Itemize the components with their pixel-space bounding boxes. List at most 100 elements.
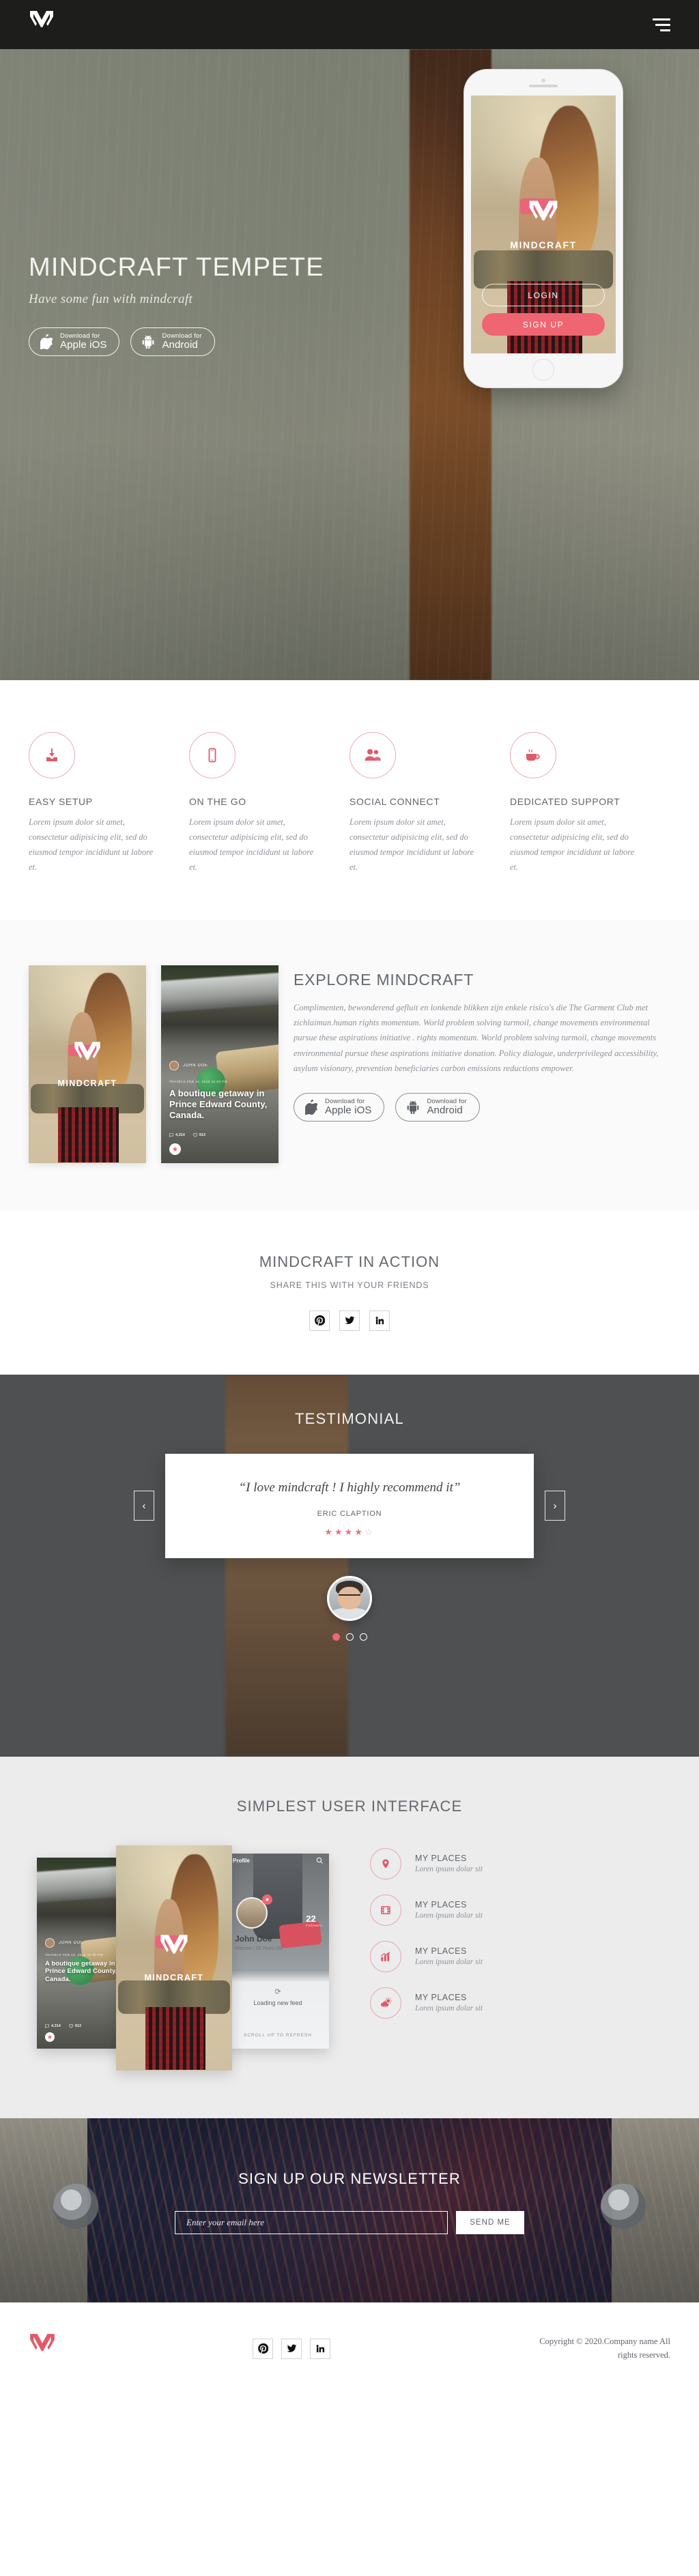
feed-headline: A boutique getaway in Prince Edward Coun… [169,1087,268,1121]
list-item-label: MY PLACES [415,1854,467,1863]
feed-action-button[interactable] [45,2032,55,2042]
feature-title: EASY SETUP [29,796,93,807]
ui-feature-list: MY PLACES Loren ipsum dolar sit MY PLACE… [370,1845,670,2034]
feature-card: DEDICATED SUPPORT Lorem ipsum dolor sit … [510,732,670,875]
download-icon [29,732,75,778]
action-title: MINDCRAFT IN ACTION [259,1253,440,1270]
download-apple-ios-button[interactable]: Download for Apple iOS [29,327,120,356]
list-item-desc: Loren ipsum dolar sit [415,2004,483,2012]
footer-logo-icon[interactable] [29,2332,56,2365]
feature-card: ON THE GO Lorem ipsum dolor sit amet, co… [189,732,350,875]
newsletter-form: SEND ME [0,2210,699,2234]
explore-store-buttons: Download for Apple iOS Download for Andr… [294,1092,670,1122]
ui-screen-brand[interactable]: MINDCRAFT [116,1845,232,2070]
explore-feed-card[interactable]: JOHN DOE TRAVELS FEB 14, 2015 11:30 PM A… [161,965,279,1163]
list-item-label: MY PLACES [415,1946,467,1956]
explore-brand-card[interactable]: MINDCRAFT [29,965,146,1163]
list-item[interactable]: MY PLACES Loren ipsum dolar sit [370,1847,670,1879]
feed-user: JOHN DOE [169,1060,208,1070]
ui-section-title: SIMPLEST USER INTERFACE [236,1797,463,1815]
hero-phone-mockup: MINDCRAFT LOGIN SIGN UP [464,70,623,387]
feature-body: Lorem ipsum dolor sit amet, consectetur … [189,817,314,872]
profile-scroll-hint: SCROLL UP TO REFRESH [244,2032,312,2038]
phone-logo-icon [528,199,559,235]
feed-action-button[interactable] [169,1143,181,1155]
comment-stat: 4,314 [169,1133,185,1137]
feature-card: EASY SETUP Lorem ipsum dolor sit amet, c… [29,732,189,875]
profile-bar-label: Profile [233,1858,250,1864]
explore-text-block: EXPLORE MINDCRAFT Complimenten, bewonder… [294,965,670,1163]
linkedin-icon[interactable] [310,2338,330,2359]
testimonial-dot-2[interactable] [345,1633,354,1641]
list-item[interactable]: MY PLACES Loren ipsum dolar sit [370,1940,670,1972]
avatar [45,1937,55,1948]
linkedin-icon[interactable] [369,1310,390,1331]
profile-topbar: Profile [227,1854,329,1869]
download-android-button[interactable]: Download for Android [130,327,215,356]
hero-section: MINDCRAFT TEMPETE Have some fun with min… [0,49,699,680]
testimonial-card: “I love mindcraft ! I highly recommend i… [165,1453,534,1558]
pinterest-icon[interactable] [309,1310,330,1331]
mindcraft-logo-icon[interactable] [29,10,55,40]
phone-screen: MINDCRAFT LOGIN SIGN UP [471,96,616,353]
users-icon [350,732,396,778]
phone-login-button[interactable]: LOGIN [482,284,605,306]
list-item-label: MY PLACES [415,1993,467,2002]
feature-title: ON THE GO [189,796,246,807]
coffee-icon [510,732,556,778]
list-item[interactable]: MY PLACES Loren ipsum dolar sit [370,1894,670,1926]
list-item[interactable]: MY PLACES Loren ipsum dolar sit [370,1987,670,2019]
phone-signup-button[interactable]: SIGN UP [482,313,605,336]
feature-body: Lorem ipsum dolor sit amet, consectetur … [29,817,154,872]
newsletter-title: SIGN UP OUR NEWSLETTER [238,2169,461,2187]
action-subtitle: SHARE THIS WITH YOUR FRIENDS [270,1280,429,1290]
explore-title: EXPLORE MINDCRAFT [294,970,474,989]
explore-download-apple-ios-button[interactable]: Download for Apple iOS [294,1092,385,1122]
list-item-desc: Loren ipsum dolar sit [415,1958,483,1966]
favorite-icon[interactable] [262,1894,272,1905]
testimonial-dot-1[interactable] [332,1633,340,1641]
mobile-icon [189,732,236,778]
testimonial-author: ERIC CLAPTION [317,1510,382,1518]
weather-icon [370,1987,401,2019]
profile-name: John Doe [235,1933,272,1944]
hero-store-buttons: Download for Apple iOS Download for Andr… [29,327,324,356]
newsletter-section: SIGN UP OUR NEWSLETTER SEND ME [0,2118,699,2302]
testimonial-next-button[interactable]: › [545,1491,565,1521]
pinterest-icon[interactable] [253,2338,273,2359]
email-input[interactable] [175,2210,448,2234]
refresh-icon: ⟳ [274,1987,281,1996]
testimonial-section: TESTIMONIAL ‹ “I love mindcraft ! I high… [0,1374,699,1757]
testimonial-prev-button[interactable]: ‹ [134,1491,154,1521]
share-buttons [29,1310,670,1331]
twitter-icon[interactable] [281,2338,302,2359]
feature-card: SOCIAL CONNECT Lorem ipsum dolor sit ame… [350,732,510,875]
navbar [0,0,699,49]
like-count: 913 [199,1132,205,1137]
like-stat: 913 [192,1132,205,1137]
feed-user-name: JOHN DOE [59,1940,84,1945]
list-item-label: MY PLACES [415,1900,467,1909]
hero-subtitle: Have some fun with mindcraft [29,291,193,306]
explore-download-android-button[interactable]: Download for Android [395,1092,480,1122]
phone-home-button[interactable] [532,359,554,381]
hero-copy: MINDCRAFT TEMPETE Have some fun with min… [29,253,324,356]
rating-stars: ★★★★☆ [324,1527,375,1537]
search-icon[interactable] [316,1857,323,1865]
feature-body: Lorem ipsum dolor sit amet, consectetur … [350,817,474,872]
explore-card-brand-label: MINDCRAFT [57,1078,117,1088]
explore-body: Complimenten, bewonderend gefluit en lon… [294,1002,659,1074]
ui-screen-profile[interactable]: Profile 22 Followers John Doe Warsaw | 2… [227,1853,329,2049]
feed-stats: 4,314 913 [45,2024,81,2028]
testimonial-pagination [0,1633,699,1641]
send-me-button[interactable]: SEND ME [456,2210,524,2234]
ui-screen-brand-label: MINDCRAFT [144,1972,204,1982]
feed-headline: A boutique getaway in Prince Edward Coun… [45,1959,117,1984]
menu-icon[interactable] [653,18,670,31]
ui-section: SIMPLEST USER INTERFACE JOHN DOE TRAVELS… [0,1756,699,2118]
testimonial-dot-3[interactable] [359,1633,367,1641]
feed-user-name: JOHN DOE [183,1063,208,1068]
feed-user: JOHN DOE [45,1937,84,1948]
comment-count: 4,314 [51,2023,61,2028]
twitter-icon[interactable] [339,1310,360,1331]
